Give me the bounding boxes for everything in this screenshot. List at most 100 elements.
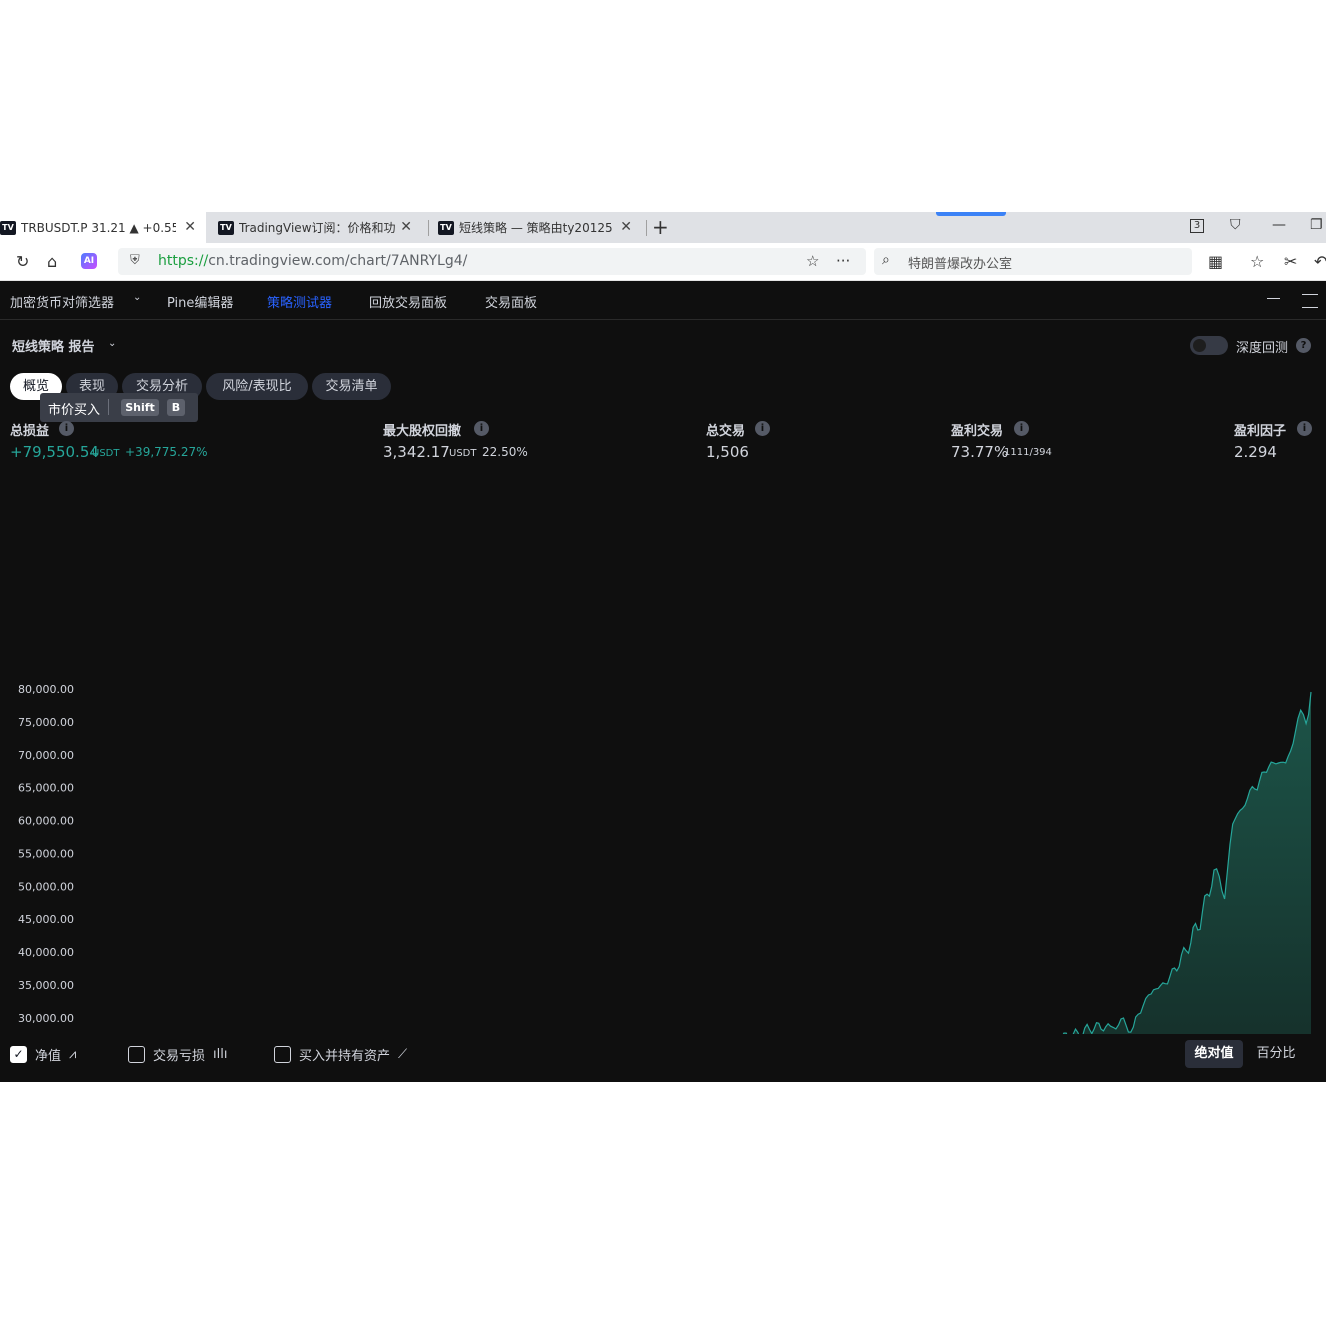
url-text[interactable]: https://cn.tradingview.com/chart/7ANRYLg… — [158, 253, 467, 269]
browser-tab-trbusdt[interactable]: TV TRBUSDT.P 31.21 ▲ +0.55 ✕ — [0, 212, 206, 243]
legend-equity[interactable]: ✓ 净值 ⩘ — [10, 1044, 76, 1064]
deep-backtest-toggle[interactable] — [1190, 336, 1228, 355]
close-icon[interactable]: ✕ — [400, 219, 412, 235]
maximize-panel-icon[interactable] — [1302, 294, 1318, 308]
metric-profitable-label: 盈利交易 — [951, 424, 1004, 439]
legend-trade-loss[interactable]: 交易亏损 ıllı — [128, 1044, 227, 1064]
y-tick-label: 30,000.00 — [18, 1012, 74, 1025]
home-icon[interactable]: ⌂ — [47, 252, 57, 271]
tooltip-label: 市价买入 — [48, 403, 101, 418]
info-icon[interactable]: i — [755, 421, 770, 436]
tradingview-favicon-icon: TV — [438, 220, 454, 235]
tab-pine-editor[interactable]: Pine编辑器 — [167, 292, 233, 311]
help-icon[interactable]: ? — [1296, 338, 1311, 353]
equity-line — [1062, 691, 1312, 1034]
tv-bottom-panel-tabs: 加密货币对筛选器 ⌄ Pine编辑器 策略测试器 回放交易面板 交易面板 — [0, 282, 1326, 320]
tradingview-favicon-icon: TV — [218, 220, 234, 235]
chevron-down-icon[interactable]: ⌄ — [108, 338, 116, 349]
tab-risk-ratio[interactable]: 风险/表现比 — [206, 373, 308, 400]
tab-divider — [428, 220, 429, 236]
browser-tab-subscription[interactable]: TV TradingView订阅：价格和功 ✕ — [218, 212, 422, 243]
metric-total-trades-value: 1,506 — [706, 443, 749, 461]
y-tick-label: 80,000.00 — [18, 683, 74, 696]
tab-group-indicator — [936, 212, 1006, 216]
shield-icon[interactable]: ⛨ — [130, 253, 140, 268]
address-bar[interactable]: ⛨ https://cn.tradingview.com/chart/7ANRY… — [118, 248, 866, 275]
metric-net-profit-pct: +39,775.27% — [125, 445, 208, 459]
metric-total-trades-label: 总交易 — [706, 424, 746, 439]
report-title[interactable]: 短线策略 报告 — [12, 336, 95, 355]
y-tick-label: 45,000.00 — [18, 913, 74, 926]
browser-tab-strategy[interactable]: TV 短线策略 — 策略由ty20125 ✕ — [438, 212, 642, 243]
metric-drawdown-pct: 22.50% — [482, 445, 528, 459]
y-tick-label: 55,000.00 — [18, 847, 74, 860]
info-icon[interactable]: i — [1014, 421, 1029, 436]
y-axis: 0.005,000.0010,000.0015,000.0020,000.002… — [18, 683, 74, 1025]
checkbox-checked-icon[interactable]: ✓ — [10, 1045, 27, 1063]
screenshot-root: TV TRBUSDT.P 31.21 ▲ +0.55 ✕ TV TradingV… — [0, 212, 1326, 1082]
equity-line-icon: ⩘ — [69, 1046, 77, 1062]
bar-chart-icon: ıllı — [213, 1046, 228, 1062]
legend-label: 净值 — [35, 1048, 62, 1064]
equity-area — [1063, 692, 1311, 1034]
browser-tab-strip: TV TRBUSDT.P 31.21 ▲ +0.55 ✕ TV TradingV… — [0, 212, 1326, 243]
trend-line-icon: ⟋ — [398, 1046, 408, 1062]
y-tick-label: 40,000.00 — [18, 946, 74, 959]
y-tick-label: 35,000.00 — [18, 979, 74, 992]
new-tab-plus-icon[interactable]: + — [652, 215, 669, 239]
close-icon[interactable]: ✕ — [620, 219, 632, 235]
extension-count-badge[interactable]: 3 — [1190, 219, 1204, 233]
info-icon[interactable]: i — [474, 421, 489, 436]
checkbox-icon[interactable] — [274, 1045, 291, 1063]
info-icon[interactable]: i — [1297, 421, 1312, 436]
metric-profit-factor-value: 2.294 — [1234, 443, 1277, 461]
tab-trade-list[interactable]: 交易清单 — [312, 373, 391, 400]
mode-percent-button[interactable]: 百分比 — [1247, 1040, 1305, 1068]
browser-toolbar: ↻ ⌂ AI ⛨ https://cn.tradingview.com/char… — [0, 243, 1326, 281]
tab-title: TradingView订阅：价格和功 — [239, 221, 396, 235]
tab-crypto-screener[interactable]: 加密货币对筛选器 — [10, 292, 114, 311]
tab-title: 短线策略 — 策略由ty20125 — [459, 221, 613, 235]
metric-profitable-value: 73.77% — [951, 443, 1009, 461]
y-tick-label: 65,000.00 — [18, 782, 74, 795]
checkbox-icon[interactable] — [128, 1045, 145, 1063]
more-options-icon[interactable]: ··· — [836, 252, 850, 270]
shirt-skin-icon[interactable]: ⛉ — [1230, 217, 1241, 233]
tab-divider — [646, 220, 647, 236]
tab-trading-panel[interactable]: 交易面板 — [485, 292, 537, 311]
market-buy-tooltip: 市价买入 Shift B — [40, 393, 198, 422]
browser-search-box[interactable]: ⌕ 特朗普爆改办公室 — [874, 248, 1192, 275]
y-tick-label: 50,000.00 — [18, 880, 74, 893]
legend-buy-hold[interactable]: 买入并持有资产 ⟋ — [274, 1044, 407, 1064]
minimize-panel-icon[interactable] — [1267, 298, 1280, 299]
metric-net-profit-label: 总损益 — [10, 424, 50, 439]
tooltip-divider — [108, 399, 109, 415]
search-suggestion: 特朗普爆改办公室 — [908, 257, 1013, 272]
reload-icon[interactable]: ↻ — [16, 252, 29, 271]
restore-window-icon[interactable]: ❐ — [1310, 217, 1323, 233]
legend-label: 买入并持有资产 — [299, 1048, 391, 1064]
tradingview-favicon-icon: TV — [0, 220, 16, 235]
y-tick-label: 75,000.00 — [18, 716, 74, 729]
minimize-window-icon[interactable]: — — [1272, 217, 1286, 233]
tab-replay-trading[interactable]: 回放交易面板 — [369, 292, 447, 311]
y-tick-label: 70,000.00 — [18, 749, 74, 762]
tab-strategy-tester[interactable]: 策略测试器 — [267, 292, 332, 311]
star-bookmark-icon[interactable]: ☆ — [806, 252, 819, 270]
shortcut-key-b: B — [167, 399, 185, 416]
close-icon[interactable]: ✕ — [184, 219, 196, 235]
equity-chart[interactable]: 0.005,000.0010,000.0015,000.0020,000.002… — [0, 464, 1326, 1034]
tab-title: TRBUSDT.P 31.21 ▲ +0.55 — [21, 220, 176, 235]
search-icon: ⌕ — [882, 252, 890, 268]
metric-drawdown-label: 最大股权回撤 — [383, 424, 462, 439]
undo-icon[interactable]: ↶ — [1314, 252, 1326, 271]
metric-net-profit-unit: USDT — [92, 448, 120, 459]
legend-label: 交易亏损 — [153, 1048, 206, 1064]
favorites-list-icon[interactable]: ☆ — [1250, 252, 1264, 271]
ai-assistant-icon[interactable]: AI — [81, 253, 97, 269]
apps-grid-icon[interactable]: ▦ — [1208, 252, 1223, 271]
mode-absolute-button[interactable]: 绝对值 — [1185, 1040, 1243, 1068]
chevron-down-icon[interactable]: ⌄ — [133, 292, 141, 303]
scissors-icon[interactable]: ✂ — [1284, 252, 1297, 271]
info-icon[interactable]: i — [59, 421, 74, 436]
